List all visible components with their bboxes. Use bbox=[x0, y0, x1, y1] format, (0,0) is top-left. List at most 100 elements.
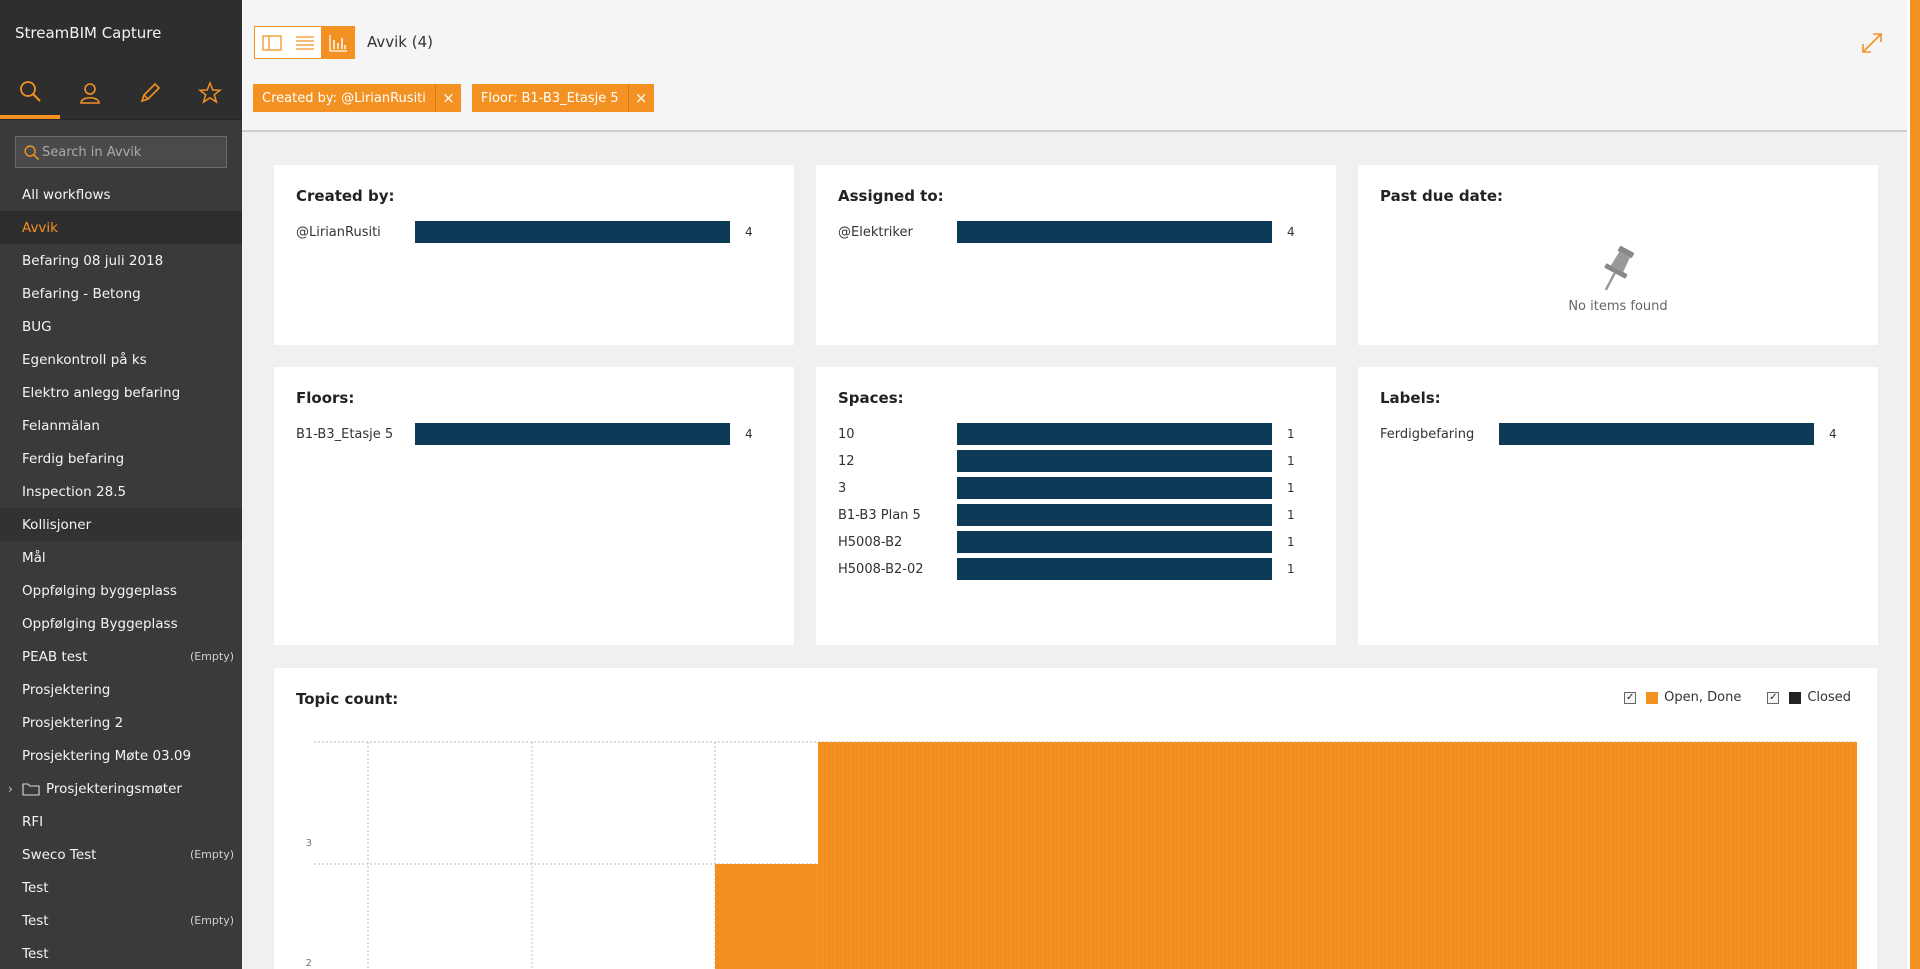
workflow-list: All workflows Avvik Befaring 08 juli 2018 B… bbox=[0, 178, 242, 969]
tab-edit[interactable] bbox=[120, 66, 180, 119]
stat-label: H5008-B2 bbox=[838, 534, 903, 550]
stat-row[interactable]: 12 1 bbox=[838, 450, 1295, 472]
sidebar-item-label: Test bbox=[22, 879, 49, 896]
stat-count: 4 bbox=[1829, 427, 1837, 441]
sidebar-item-workflow[interactable]: Egenkontroll på ks bbox=[0, 343, 242, 376]
chart-view-button[interactable] bbox=[321, 27, 354, 58]
sidebar-item-workflow[interactable]: Test bbox=[0, 871, 242, 904]
sidebar-item-workflow[interactable]: Inspection 28.5 bbox=[0, 475, 242, 508]
assigned-to-card: Assigned to: @Elektriker 4 bbox=[816, 165, 1336, 345]
sidebar-item-label: Test bbox=[22, 945, 49, 962]
list-view-button[interactable] bbox=[288, 27, 321, 58]
stat-count: 1 bbox=[1287, 562, 1295, 576]
sidebar: StreamBIM Capture All workflows Avvik Befa… bbox=[0, 0, 242, 969]
sidebar-item-workflow[interactable]: Prosjektering bbox=[0, 673, 242, 706]
labels-card: Labels: Ferdigbefaring 4 bbox=[1358, 367, 1878, 645]
sidebar-item-workflow[interactable]: Oppfølging byggeplass bbox=[0, 574, 242, 607]
sidebar-item-label: Avvik bbox=[22, 219, 58, 236]
empty-state: No items found bbox=[1358, 243, 1878, 314]
stat-row[interactable]: @LirianRusiti 4 bbox=[296, 221, 753, 243]
sidebar-item-workflow[interactable]: Ferdig befaring bbox=[0, 442, 242, 475]
sidebar-item-workflow[interactable]: Felanmälan bbox=[0, 409, 242, 442]
stat-count: 4 bbox=[745, 225, 753, 239]
chevron-right-icon[interactable]: › bbox=[8, 782, 22, 796]
sidebar-item-label: Elektro anlegg befaring bbox=[22, 384, 181, 401]
sidebar-item-workflow[interactable]: Prosjektering 2 bbox=[0, 706, 242, 739]
pencil-icon bbox=[140, 82, 161, 102]
stat-bar[interactable] bbox=[1499, 423, 1814, 445]
sidebar-item-workflow[interactable]: All workflows bbox=[0, 178, 242, 211]
sidebar-item-label: Befaring 08 juli 2018 bbox=[22, 252, 164, 269]
sidebar-item-workflow[interactable]: BUG bbox=[0, 310, 242, 343]
workflow-title: Avvik (4) bbox=[367, 33, 434, 51]
sidebar-item-label: Egenkontroll på ks bbox=[22, 351, 147, 368]
stat-bar[interactable] bbox=[415, 423, 730, 445]
sidebar-item-workflow[interactable]: Avvik bbox=[0, 211, 242, 244]
stat-row[interactable]: Ferdigbefaring 4 bbox=[1380, 423, 1837, 445]
expand-icon[interactable] bbox=[1859, 30, 1885, 56]
stat-row[interactable]: B1-B3 Plan 5 1 bbox=[838, 504, 1295, 526]
sidebar-item-workflow[interactable]: Sweco Test (Empty) bbox=[0, 838, 242, 871]
stat-bar[interactable] bbox=[957, 504, 1272, 526]
sidebar-item-workflow[interactable]: RFI bbox=[0, 805, 242, 838]
chart-view-icon bbox=[328, 34, 347, 52]
split-view-button[interactable] bbox=[255, 27, 288, 58]
star-icon bbox=[198, 80, 222, 104]
stat-bar[interactable] bbox=[415, 221, 730, 243]
sidebar-item-workflow[interactable]: Befaring 08 juli 2018 bbox=[0, 244, 242, 277]
stat-row[interactable]: @Elektriker 4 bbox=[838, 221, 1295, 243]
sidebar-item-workflow[interactable]: Elektro anlegg befaring bbox=[0, 376, 242, 409]
card-title: Spaces: bbox=[838, 389, 904, 407]
sidebar-tabs bbox=[0, 66, 242, 120]
sidebar-item-workflow[interactable]: Mål bbox=[0, 541, 242, 574]
stat-row[interactable]: 31 bbox=[838, 477, 1295, 499]
sidebar-item-workflow[interactable]: Test (Empty) bbox=[0, 904, 242, 937]
filter-chip-floor: Floor: B1-B3_Etasje 5 × bbox=[471, 84, 654, 112]
card-title: Created by: bbox=[296, 187, 395, 205]
sidebar-item-workflow[interactable]: › Prosjekteringsmøter bbox=[0, 772, 242, 805]
search-box bbox=[15, 136, 227, 168]
stat-bar[interactable] bbox=[957, 450, 1272, 472]
sidebar-item-workflow[interactable]: Kollisjoner bbox=[0, 508, 242, 541]
sidebar-item-workflow[interactable]: Befaring - Betong bbox=[0, 277, 242, 310]
area-segment bbox=[715, 864, 818, 969]
sidebar-item-workflow[interactable]: Prosjektering Møte 03.09 bbox=[0, 739, 242, 772]
list-view-icon bbox=[295, 35, 314, 50]
stat-label: B1-B3 Plan 5 bbox=[838, 507, 921, 523]
stat-bar[interactable] bbox=[957, 477, 1272, 499]
stat-count: 1 bbox=[1287, 454, 1295, 468]
stat-bar[interactable] bbox=[957, 221, 1272, 243]
tab-search[interactable] bbox=[0, 66, 60, 119]
stat-row[interactable]: B1-B3_Etasje 5 4 bbox=[296, 423, 753, 445]
card-title: Floors: bbox=[296, 389, 355, 407]
sidebar-item-label: All workflows bbox=[22, 186, 111, 203]
filter-chip-label: Created by: @LirianRusiti bbox=[262, 90, 426, 106]
sidebar-item-workflow[interactable]: Oppfølging Byggeplass bbox=[0, 607, 242, 640]
stat-bar[interactable] bbox=[957, 558, 1272, 580]
stat-row[interactable]: H5008-B2-02 1 bbox=[838, 558, 1295, 580]
stat-bar[interactable] bbox=[957, 423, 1272, 445]
floors-card: Floors: B1-B3_Etasje 5 4 bbox=[274, 367, 794, 645]
empty-badge: (Empty) bbox=[189, 650, 234, 663]
stat-row[interactable]: 10 1 bbox=[838, 423, 1295, 445]
sidebar-item-label: Prosjektering 2 bbox=[22, 714, 124, 731]
sidebar-item-workflow[interactable]: PEAB test (Empty) bbox=[0, 640, 242, 673]
topic-count-chart: 32 bbox=[306, 741, 1857, 969]
search-input[interactable] bbox=[16, 137, 226, 167]
stat-row[interactable]: H5008-B2 1 bbox=[838, 531, 1295, 553]
search-icon bbox=[20, 80, 41, 102]
tab-user[interactable] bbox=[60, 66, 120, 119]
sidebar-item-workflow[interactable]: Test bbox=[0, 937, 242, 969]
tab-favorites[interactable] bbox=[180, 66, 240, 119]
toolbar: Avvik (4) Created by: @LirianRusiti × Fl… bbox=[242, 0, 1907, 132]
pushpin-icon bbox=[1604, 245, 1635, 291]
sidebar-item-label: Sweco Test bbox=[22, 846, 97, 863]
sidebar-item-label: Prosjektering bbox=[22, 681, 111, 698]
filter-chip-label: Floor: B1-B3_Etasje 5 bbox=[480, 90, 619, 106]
stat-count: 4 bbox=[1287, 225, 1295, 239]
stat-bar[interactable] bbox=[957, 531, 1272, 553]
remove-filter-button[interactable]: × bbox=[627, 84, 654, 112]
remove-filter-button[interactable]: × bbox=[434, 84, 461, 112]
search-icon bbox=[24, 145, 40, 161]
stat-count: 1 bbox=[1287, 427, 1295, 441]
